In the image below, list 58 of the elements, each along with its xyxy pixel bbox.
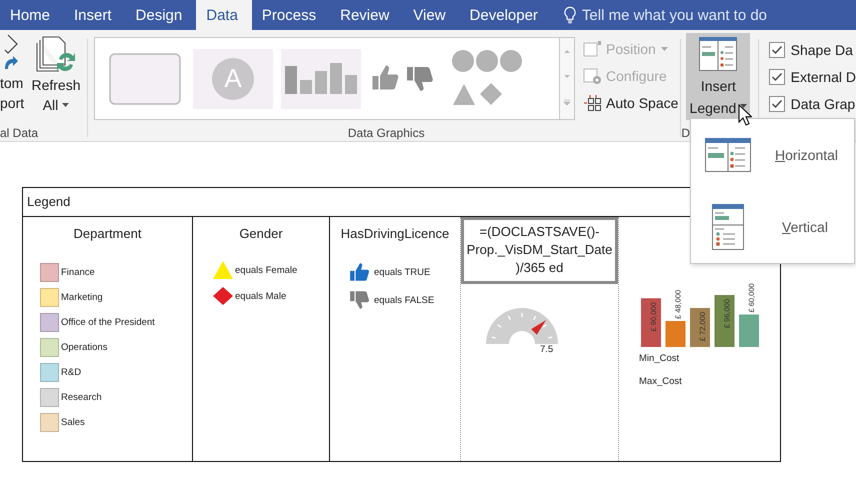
ribbon-tab[interactable]: Design bbox=[126, 0, 196, 30]
column-heading: Gender bbox=[238, 226, 284, 241]
chart-bar bbox=[666, 321, 686, 347]
ribbon-tab[interactable]: Process bbox=[252, 0, 330, 30]
custom-import-button[interactable]: tom port bbox=[0, 33, 28, 121]
group-label: Data Graphics bbox=[346, 126, 426, 140]
gallery-item[interactable] bbox=[281, 48, 362, 108]
ribbon-tab[interactable]: Insert bbox=[64, 0, 126, 30]
legend-label: equals FALSE bbox=[374, 294, 434, 306]
vertical-legend-icon bbox=[712, 204, 744, 250]
caret-icon bbox=[660, 46, 668, 50]
checkbox[interactable]: External D bbox=[768, 63, 856, 90]
chart-bar bbox=[690, 308, 710, 347]
refresh-all-button[interactable]: Refresh All bbox=[28, 33, 84, 121]
gauge-reading: 7.5 bbox=[540, 344, 554, 355]
auto-space-icon bbox=[583, 94, 604, 112]
configure-icon bbox=[583, 66, 604, 84]
column-heading: Department bbox=[72, 226, 142, 241]
autospace-button[interactable]: Auto Space bbox=[583, 89, 678, 116]
checkbox[interactable]: Data Grap bbox=[768, 90, 856, 117]
group-label: al Data bbox=[0, 126, 40, 140]
insert-legend-button[interactable]: Insert Legend bbox=[686, 33, 750, 120]
ribbon-tab[interactable]: Review bbox=[330, 0, 404, 30]
caret-icon bbox=[62, 103, 70, 107]
legend-label: Finance bbox=[61, 267, 95, 278]
ribbon-tab[interactable]: Data bbox=[196, 0, 252, 30]
horizontal-legend-option[interactable]: Horizontal bbox=[691, 119, 854, 191]
chart-bar bbox=[641, 298, 661, 347]
badge-letter: A bbox=[224, 63, 242, 94]
bar-chart-icon bbox=[285, 63, 358, 94]
position-icon bbox=[583, 40, 604, 58]
legend-label: Research bbox=[61, 392, 102, 403]
legend-label: equals Female bbox=[235, 264, 298, 276]
ribbon-tab[interactable]: Developer bbox=[460, 0, 552, 30]
chart-bar bbox=[714, 295, 734, 347]
chart-bar bbox=[739, 314, 759, 347]
legend-label: Min_Cost bbox=[639, 353, 680, 364]
legend-label: equals TRUE bbox=[374, 266, 430, 278]
formula-text: =(DOCLASTSAVE()-Prop._VisDM_Start_Date)/365 ed bbox=[461, 217, 618, 284]
legend-label: equals Male bbox=[235, 290, 286, 302]
ribbon-tab[interactable]: Home bbox=[0, 0, 64, 30]
ribbon-tab[interactable]: View bbox=[403, 0, 460, 30]
text-callout-icon bbox=[109, 52, 182, 104]
legend-label: Office of the President bbox=[61, 317, 155, 328]
horizontal-legend-icon bbox=[705, 138, 751, 172]
legend-label: R&D bbox=[61, 367, 82, 378]
legend-label: Marketing bbox=[61, 292, 103, 303]
group-label: D bbox=[681, 126, 692, 140]
caret-icon bbox=[740, 104, 748, 108]
lightbulb-icon bbox=[564, 6, 576, 24]
legend-label: Sales bbox=[61, 417, 85, 428]
legend-label: Operations bbox=[61, 342, 108, 353]
column-heading: HasDrivingLicence bbox=[340, 226, 450, 241]
tell-me-search[interactable]: Tell me what you want to do bbox=[564, 0, 768, 30]
circle-icon bbox=[211, 56, 256, 100]
legend-icon bbox=[699, 37, 738, 71]
checkbox[interactable]: Shape Da bbox=[768, 36, 856, 63]
legend-label: Max_Cost bbox=[639, 376, 683, 387]
